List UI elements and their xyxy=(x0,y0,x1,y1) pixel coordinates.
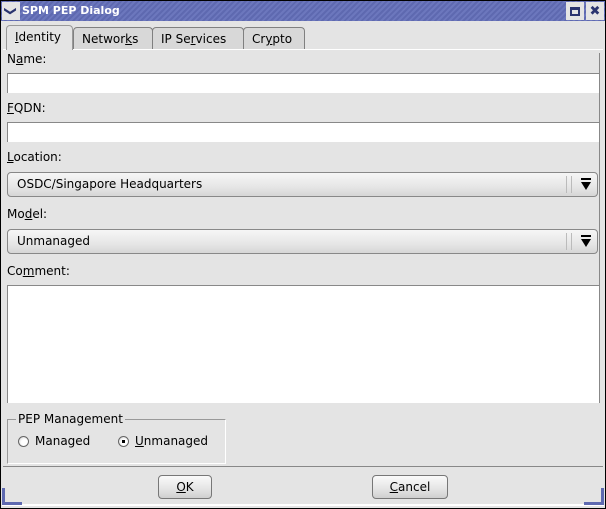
comment-textarea[interactable] xyxy=(7,285,599,403)
label-text: QDN: xyxy=(13,101,46,115)
radio-label: Managed xyxy=(35,434,91,448)
window-bottom-edge xyxy=(2,504,604,506)
tab-label: s xyxy=(132,32,139,46)
radio-unchecked-icon[interactable] xyxy=(18,435,29,447)
title-bar[interactable]: ❯ SPM PEP Dialog ✖ xyxy=(1,1,605,21)
model-select[interactable]: Unmanaged xyxy=(7,229,598,254)
button-label: ancel xyxy=(398,480,431,494)
fqdn-label: FQDN: xyxy=(7,101,46,115)
tab-divider xyxy=(3,49,603,50)
tab-label: dentity xyxy=(18,30,61,44)
label-text: ment: xyxy=(34,264,70,278)
button-separator xyxy=(3,466,603,467)
label-mnemonic: m xyxy=(22,264,35,278)
label-text: me: xyxy=(23,52,47,66)
dropdown-arrow-icon[interactable] xyxy=(581,178,591,191)
close-button[interactable]: ✖ xyxy=(586,2,604,20)
tab-label: Networ xyxy=(82,32,126,46)
chevron-glyph: ❯ xyxy=(4,5,18,17)
location-label: Location: xyxy=(7,150,62,164)
label-text: Mo xyxy=(7,207,25,221)
cancel-button[interactable]: Cancel xyxy=(372,475,448,499)
pep-management-legend: PEP Management xyxy=(16,412,125,426)
panel-right-border xyxy=(599,53,600,403)
dropdown-arrow-icon[interactable] xyxy=(581,235,591,248)
label-text: el: xyxy=(32,207,48,221)
combo-separator xyxy=(566,176,572,193)
tab-label: pto xyxy=(272,32,293,46)
tab-crypto[interactable]: Crypto xyxy=(243,27,305,49)
button-mnemonic: C xyxy=(389,480,399,494)
radio-managed[interactable]: Managed xyxy=(18,434,90,448)
label-text: Co xyxy=(7,264,23,278)
button-label: K xyxy=(185,480,194,494)
resize-handle-bottom-right[interactable] xyxy=(584,488,604,505)
resize-handle-bottom-left[interactable] xyxy=(2,488,22,505)
maximize-button[interactable] xyxy=(566,2,584,20)
radio-label-text: nmanaged xyxy=(143,434,209,448)
tab-label: Cr xyxy=(252,32,266,46)
label-text: ocation: xyxy=(13,150,62,164)
ok-button[interactable]: OK xyxy=(158,475,212,499)
label-text: N xyxy=(7,52,16,66)
tab-label: IP Se xyxy=(161,32,191,46)
chevron-down-icon[interactable]: ❯ xyxy=(2,2,20,20)
radio-mnemonic: U xyxy=(135,434,144,448)
fqdn-input[interactable] xyxy=(7,122,599,142)
combo-separator xyxy=(566,233,572,250)
label-mnemonic: F xyxy=(7,101,14,115)
radio-unmanaged[interactable]: Unmanaged xyxy=(118,434,208,448)
radio-checked-icon[interactable] xyxy=(118,435,129,447)
name-input[interactable] xyxy=(7,73,599,93)
model-label: Model: xyxy=(7,207,47,221)
location-value: OSDC/Singapore Headquarters xyxy=(17,177,203,191)
tab-identity[interactable]: Identity xyxy=(6,25,73,50)
dialog-window: ❯ SPM PEP Dialog ✖ Identity Networks IP … xyxy=(0,0,606,509)
radio-label: Unmanaged xyxy=(135,434,208,448)
comment-label: Comment: xyxy=(7,264,70,278)
maximize-icon xyxy=(570,6,580,16)
tab-label: vices xyxy=(195,32,227,46)
tab-ip-services[interactable]: IP Services xyxy=(152,27,244,49)
close-icon: ✖ xyxy=(589,3,601,19)
model-value: Unmanaged xyxy=(17,234,91,248)
name-label: Name: xyxy=(7,52,46,66)
tab-networks[interactable]: Networks xyxy=(73,27,153,49)
location-select[interactable]: OSDC/Singapore Headquarters xyxy=(7,172,598,197)
button-mnemonic: O xyxy=(176,480,186,494)
window-title: SPM PEP Dialog xyxy=(22,4,120,17)
